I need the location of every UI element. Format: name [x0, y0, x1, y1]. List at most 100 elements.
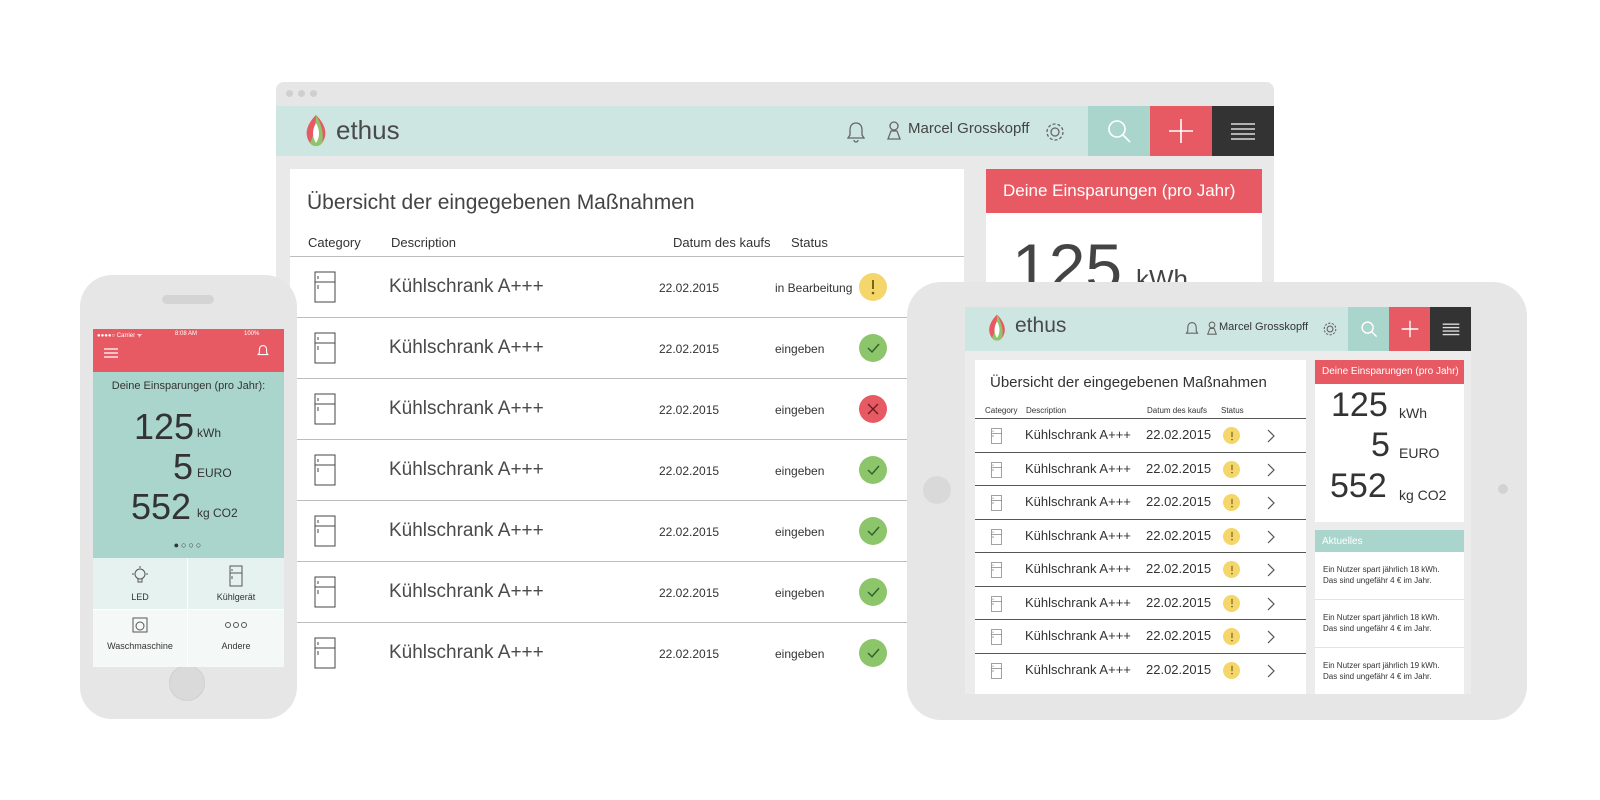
column-header[interactable]: Status	[791, 235, 828, 250]
table-row[interactable]: Kühlschrank A+++ 22.02.2015	[975, 451, 1306, 487]
chevron-right-icon[interactable]	[1267, 664, 1276, 683]
row-description: Kühlschrank A+++	[1025, 494, 1131, 509]
bell-icon[interactable]	[846, 121, 866, 148]
phone-savings-title: Deine Einsparungen (pro Jahr):	[111, 380, 266, 392]
row-date: 22.02.2015	[659, 586, 720, 600]
savings-header: Deine Einsparungen (pro Jahr)	[1315, 360, 1464, 384]
gear-icon[interactable]	[1044, 121, 1066, 148]
table-row[interactable]: Kühlschrank A+++ 22.02.2015 eingeben	[290, 378, 964, 440]
chevron-right-icon[interactable]	[1267, 597, 1276, 616]
row-date: 22.02.2015	[1146, 661, 1212, 677]
table-row[interactable]: Kühlschrank A+++ 22.02.2015	[975, 619, 1306, 654]
savings-title: Deine Einsparungen (pro Jahr)	[1322, 366, 1459, 377]
row-date: 22.02.2015	[1146, 561, 1212, 576]
category-tile-washing-machine[interactable]: Waschmaschine	[93, 610, 187, 667]
warning-icon	[1223, 427, 1240, 444]
fridge-icon	[991, 662, 1002, 684]
table-row[interactable]: Kühlschrank A+++ 22.02.2015	[975, 552, 1306, 587]
chevron-right-icon[interactable]	[1267, 530, 1276, 549]
checkmark-icon	[859, 456, 887, 484]
user-icon[interactable]	[887, 121, 901, 146]
table-row[interactable]: Kühlschrank A+++ 22.02.2015 eingeben	[290, 439, 964, 501]
table-row[interactable]: Kühlschrank A+++ 22.02.2015 eingeben	[290, 500, 964, 562]
column-header[interactable]: Category	[985, 406, 1017, 415]
news-line: Das sind ungefähr 4 € im Jahr.	[1323, 576, 1432, 585]
table-row[interactable]: Kühlschrank A+++ 22.02.2015	[975, 518, 1306, 554]
gear-icon[interactable]	[1322, 321, 1338, 342]
user-name[interactable]: Marcel Grosskopff	[908, 120, 1029, 137]
brand-name[interactable]: ethus	[1015, 314, 1066, 338]
savings-title: Deine Einsparungen (pro Jahr)	[1003, 181, 1236, 200]
row-date: 22.02.2015	[1146, 527, 1212, 543]
news-item[interactable]: Ein Nutzer spart jährlich 18 kWh. Das sin…	[1315, 600, 1464, 648]
chevron-right-icon[interactable]	[1267, 429, 1276, 448]
user-name[interactable]: Marcel Grosskopff	[1219, 321, 1308, 333]
bell-icon[interactable]	[1185, 321, 1199, 342]
column-header[interactable]: Datum des kaufs	[1147, 406, 1207, 415]
tablet-kwh-value: 125	[1331, 386, 1388, 424]
phone-home-button[interactable]	[169, 665, 205, 701]
fridge-icon	[991, 461, 1002, 483]
row-date: 22.02.2015	[1146, 494, 1212, 509]
row-description: Kühlschrank A+++	[389, 337, 544, 358]
search-button[interactable]	[1348, 307, 1389, 351]
row-description: Kühlschrank A+++	[389, 581, 544, 602]
row-status: eingeben	[775, 403, 825, 417]
fridge-icon	[991, 428, 1002, 449]
tablet-home-button[interactable]	[923, 476, 951, 504]
add-button[interactable]	[1150, 106, 1212, 156]
column-header[interactable]: Description	[391, 235, 456, 250]
user-icon[interactable]	[1206, 321, 1218, 341]
checkmark-icon	[859, 639, 887, 667]
row-date: 22.02.2015	[659, 464, 720, 478]
category-tile-led[interactable]: LED	[93, 558, 187, 609]
fridge-icon	[314, 271, 336, 308]
chevron-right-icon[interactable]	[1267, 496, 1276, 515]
category-tile-fridge[interactable]: Kühlgerät	[188, 558, 284, 609]
checkmark-icon	[859, 517, 887, 545]
search-button[interactable]	[1088, 106, 1150, 156]
news-item[interactable]: Ein Nutzer spart jährlich 18 kWh. Das sin…	[1315, 552, 1464, 600]
tablet-co2-unit: kg CO2	[1399, 487, 1447, 503]
add-button[interactable]	[1389, 307, 1430, 351]
page-indicator[interactable]: ●○○○	[93, 540, 284, 550]
more-icon	[225, 622, 247, 628]
chevron-right-icon[interactable]	[1267, 463, 1276, 482]
news-item[interactable]: Ein Nutzer spart jährlich 19 kWh. Das sin…	[1315, 648, 1464, 694]
menu-button[interactable]	[1212, 106, 1274, 156]
menu-icon[interactable]	[104, 346, 118, 364]
table-row[interactable]: Kühlschrank A+++ 22.02.2015	[975, 585, 1306, 621]
bell-icon[interactable]	[257, 344, 269, 363]
fridge-icon	[229, 565, 243, 587]
row-description: Kühlschrank A+++	[1025, 427, 1131, 442]
column-header[interactable]: Category	[308, 235, 361, 250]
washing-machine-icon	[132, 617, 148, 633]
news-line: Ein Nutzer spart jährlich 19 kWh.	[1323, 661, 1440, 670]
news-header: Aktuelles	[1315, 530, 1464, 552]
table-row[interactable]: Kühlschrank A+++ 22.02.2015	[975, 652, 1306, 688]
fridge-icon	[314, 332, 336, 369]
chevron-right-icon[interactable]	[1267, 630, 1276, 649]
table-row[interactable]: Kühlschrank A+++ 22.02.2015 eingeben	[290, 561, 964, 623]
category-tile-other[interactable]: Andere	[188, 610, 284, 667]
fridge-icon	[991, 528, 1002, 550]
column-header[interactable]: Description	[1026, 406, 1066, 415]
table-row[interactable]: Kühlschrank A+++ 22.02.2015	[975, 485, 1306, 520]
row-status: eingeben	[775, 342, 825, 356]
column-header[interactable]: Datum des kaufs	[673, 235, 771, 250]
table-row[interactable]: Kühlschrank A+++ 22.02.2015	[975, 418, 1306, 453]
row-description: Kühlschrank A+++	[1025, 527, 1131, 543]
chevron-right-icon[interactable]	[1267, 563, 1276, 582]
browser-chrome	[276, 82, 1274, 106]
column-header[interactable]: Status	[1221, 406, 1244, 415]
table-row[interactable]: Kühlschrank A+++ 22.02.2015 eingeben	[290, 622, 964, 684]
table-row[interactable]: Kühlschrank A+++ 22.02.2015 in Bearbeitung	[290, 256, 964, 318]
fridge-icon	[991, 629, 1002, 650]
row-description: Kühlschrank A+++	[389, 398, 544, 419]
menu-button[interactable]	[1430, 307, 1471, 351]
table-row[interactable]: Kühlschrank A+++ 22.02.2015 eingeben	[290, 317, 964, 379]
brand-name[interactable]: ethus	[336, 115, 400, 146]
row-status: eingeben	[775, 586, 825, 600]
row-description: Kühlschrank A+++	[1025, 460, 1131, 476]
menu-icon	[1231, 123, 1255, 140]
